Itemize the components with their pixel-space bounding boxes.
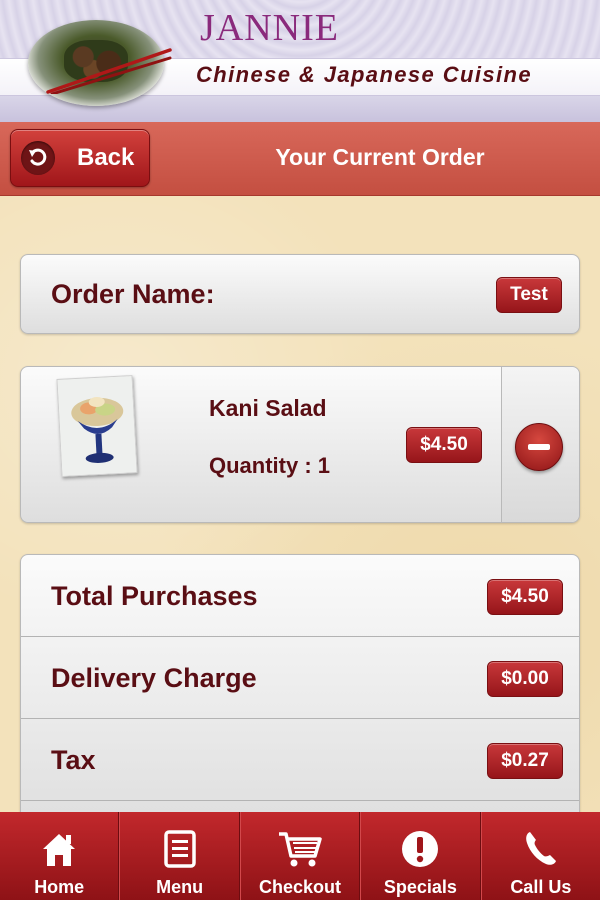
nav-call-us-label: Call Us [510,877,572,897]
nav-home[interactable]: Home [0,812,120,900]
bottom-nav: Home Menu Checkout Specials Call Us [0,812,600,900]
nav-call-us[interactable]: Call Us [480,812,600,900]
nav-specials[interactable]: Specials [360,812,481,900]
exclamation-icon [397,826,443,872]
totals-card: Total Purchases $4.50 Delivery Charge $0… [20,554,580,812]
brand-name: JANNIE [200,7,339,49]
page-title: Your Current Order [275,144,485,170]
item-photo [56,375,138,477]
order-name-value[interactable]: Test [496,277,562,313]
nav-checkout[interactable]: Checkout [239,812,361,900]
nav-menu[interactable]: Menu [119,812,240,900]
nav-specials-label: Specials [383,877,457,897]
totals-value: $4.50 [487,579,563,615]
back-button[interactable]: Back [10,129,150,187]
kani-salad-image [57,376,138,477]
brand-subtitle: Chinese & Japanese Cuisine [196,62,532,87]
totals-label: Total Purchases [51,581,258,611]
totals-label: Tax [51,745,96,775]
nav-checkout-label: Checkout [259,877,342,897]
totals-label: Delivery Charge [51,663,257,693]
item-price: $4.50 [406,427,482,463]
remove-item-button[interactable] [515,423,563,471]
totals-row-purchases: Total Purchases $4.50 [21,555,579,637]
chopsticks-icon [46,48,172,94]
cart-icon [277,826,323,872]
totals-row-tax: Tax $0.27 [21,719,579,801]
nav-menu-label: Menu [156,877,204,897]
item-name: Kani Salad [209,395,327,421]
order-item-card: Kani Salad Quantity : 1 $4.50 [20,366,580,523]
remove-item-column [501,367,579,522]
phone-icon [518,826,564,872]
totals-value: $0.27 [487,743,563,779]
title-bar: Back Your Current Order [0,122,600,196]
back-button-label: Back [77,144,135,171]
totals-value: $0.00 [487,661,563,697]
order-name-card: Order Name: Test [20,254,580,334]
totals-row-delivery: Delivery Charge $0.00 [21,637,579,719]
order-name-label: Order Name: [51,279,215,309]
back-arrow-icon [21,141,55,175]
minus-icon [528,444,550,450]
item-quantity: Quantity : 1 [209,453,331,478]
order-content: Order Name: Test Kani Salad Quantity : 1… [0,196,600,812]
home-icon [36,826,82,872]
menu-icon [157,826,203,872]
nav-home-label: Home [34,877,85,897]
app-header: JANNIE Chinese & Japanese Cuisine [0,0,600,122]
